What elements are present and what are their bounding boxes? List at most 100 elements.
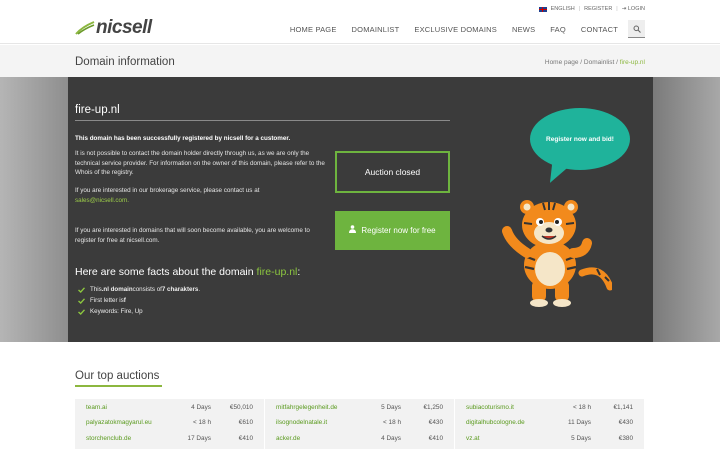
top-header: nicsell ENGLISH | REGISTER | ⇥ LOGIN HOM… bbox=[0, 0, 720, 44]
fact-item: First letter is f bbox=[78, 297, 126, 304]
auction-domain[interactable]: palyazatokmagyarul.eu bbox=[86, 419, 171, 426]
nav-domainlist[interactable]: DOMAINLIST bbox=[352, 25, 400, 34]
check-icon bbox=[78, 308, 85, 315]
fact-bold: f bbox=[123, 297, 126, 304]
fact-bold: .nl domain bbox=[101, 286, 133, 293]
auction-price: €410 bbox=[428, 434, 443, 442]
background-photo-left bbox=[0, 77, 68, 342]
auction-status-box: Auction closed bbox=[335, 151, 450, 193]
facts-domain: fire-up.nl bbox=[256, 266, 298, 278]
logo-swoosh-icon bbox=[75, 21, 95, 35]
breadcrumb-domainlist[interactable]: Domainlist bbox=[584, 59, 614, 66]
nav-news[interactable]: NEWS bbox=[512, 25, 535, 34]
fact-text: consists of bbox=[132, 286, 162, 293]
brokerage-message: If you are interested in our brokerage s… bbox=[75, 187, 260, 194]
auction-domain[interactable]: mitfahrgelegenheit.de bbox=[276, 404, 361, 411]
auction-domain[interactable]: vz.at bbox=[466, 435, 551, 442]
speech-bubble[interactable]: Register now and bid! bbox=[530, 108, 630, 170]
search-icon bbox=[633, 25, 641, 33]
register-link[interactable]: REGISTER bbox=[584, 6, 612, 12]
auction-row[interactable]: subiacoturismo.it < 18 h €1,141 bbox=[466, 400, 633, 414]
nav-faq[interactable]: FAQ bbox=[550, 25, 566, 34]
auction-row[interactable]: acker.de 4 Days €410 bbox=[276, 431, 443, 445]
auction-row[interactable]: digitalhubcologne.de 11 Days €430 bbox=[466, 415, 633, 429]
auction-time: 4 Days bbox=[381, 434, 401, 442]
heading-underline bbox=[75, 385, 162, 387]
background-photo-right bbox=[652, 77, 720, 342]
fact-text: . bbox=[198, 286, 201, 293]
facts-colon: : bbox=[297, 266, 301, 278]
auction-row[interactable]: vz.at 5 Days €380 bbox=[466, 431, 633, 445]
auction-price: €50,010 bbox=[229, 403, 253, 411]
auction-domain[interactable]: storchenclub.de bbox=[86, 435, 171, 442]
logo-text: nicsell bbox=[96, 17, 152, 38]
auction-row[interactable]: team.ai 4 Days €50,010 bbox=[86, 400, 253, 414]
nav-exclusive-domains[interactable]: EXCLUSIVE DOMAINS bbox=[414, 25, 497, 34]
auction-domain[interactable]: acker.de bbox=[276, 435, 361, 442]
auction-column: subiacoturismo.it < 18 h €1,141 digitalhub… bbox=[455, 399, 644, 449]
auction-column: team.ai 4 Days €50,010 palyazatokmagyarul.… bbox=[75, 399, 264, 449]
separator: | bbox=[578, 6, 581, 12]
fact-text: First letter is bbox=[90, 297, 124, 304]
auction-time: 11 Days bbox=[568, 418, 591, 426]
fact-item: Keywords: Fire, Up bbox=[78, 308, 143, 315]
user-icon bbox=[349, 224, 357, 237]
auction-time: 5 Days bbox=[571, 434, 591, 442]
breadcrumb-home[interactable]: Home page bbox=[545, 59, 579, 66]
auction-time: 4 Days bbox=[191, 403, 211, 411]
auction-time: < 18 h bbox=[193, 418, 211, 426]
auction-row[interactable]: storchenclub.de 17 Days €410 bbox=[86, 431, 253, 445]
breadcrumb-current: fire-up.nl bbox=[619, 59, 645, 66]
uk-flag-icon bbox=[538, 6, 547, 12]
auction-price: €1,141 bbox=[613, 403, 633, 411]
auction-time: 5 Days bbox=[381, 403, 401, 411]
page-title: Domain information bbox=[75, 56, 175, 68]
top-links: ENGLISH | REGISTER | ⇥ LOGIN bbox=[538, 6, 645, 12]
nicsell-logo[interactable]: nicsell bbox=[75, 17, 152, 39]
auction-time: 17 Days bbox=[187, 434, 211, 442]
register-free-button[interactable]: Register now for free bbox=[335, 211, 450, 250]
auction-price: €610 bbox=[238, 418, 253, 426]
auction-price: €410 bbox=[238, 434, 253, 442]
nav-home-page[interactable]: HOME PAGE bbox=[290, 25, 337, 34]
search-button[interactable] bbox=[628, 20, 645, 38]
auction-price: €430 bbox=[618, 418, 633, 426]
facts-heading: Here are some facts about the domain fir… bbox=[75, 266, 300, 278]
login-link[interactable]: ⇥ LOGIN bbox=[622, 6, 645, 12]
tiger-mascot-icon bbox=[502, 200, 612, 307]
heading-divider bbox=[75, 120, 450, 121]
auction-row[interactable]: mitfahrgelegenheit.de 5 Days €1,250 bbox=[276, 400, 443, 414]
registered-text: This domain has been successfully regist… bbox=[75, 135, 291, 142]
registered-message: This domain has been successfully regist… bbox=[75, 134, 330, 144]
fact-text: This bbox=[90, 286, 102, 293]
domain-name-heading: fire-up.nl bbox=[75, 104, 120, 116]
check-icon bbox=[78, 286, 85, 293]
contact-message: It is not possible to contact the domain… bbox=[75, 150, 325, 177]
auction-domain[interactable]: team.ai bbox=[86, 404, 171, 411]
fact-item: This .nl domain consists of 7 charakters… bbox=[78, 286, 200, 293]
main-nav: HOME PAGE DOMAINLIST EXCLUSIVE DOMAINS N… bbox=[275, 19, 645, 39]
register-free-label: Register now for free bbox=[361, 225, 436, 235]
auction-row[interactable]: ilsognodelnatale.it < 18 h €430 bbox=[276, 415, 443, 429]
auction-row[interactable]: palyazatokmagyarul.eu < 18 h €610 bbox=[86, 415, 253, 429]
auction-column: mitfahrgelegenheit.de 5 Days €1,250 ilsogn… bbox=[265, 399, 454, 449]
auction-domain[interactable]: ilsognodelnatale.it bbox=[276, 419, 361, 426]
bubble-text: Register now and bid! bbox=[546, 135, 614, 143]
auction-domain[interactable]: digitalhubcologne.de bbox=[466, 419, 551, 426]
auction-time: < 18 h bbox=[383, 418, 401, 426]
auction-price: €380 bbox=[618, 434, 633, 442]
auction-domain[interactable]: subiacoturismo.it bbox=[466, 404, 551, 411]
separator: | bbox=[616, 6, 618, 12]
sales-email-link[interactable]: sales@nicsell.com. bbox=[75, 196, 330, 206]
check-icon bbox=[78, 297, 85, 304]
expiring-message: If you are interested in domains that wi… bbox=[75, 227, 310, 244]
nav-contact[interactable]: CONTACT bbox=[581, 25, 618, 34]
auction-price: €430 bbox=[428, 418, 443, 426]
language-link[interactable]: ENGLISH bbox=[551, 6, 575, 12]
email-text: sales@nicsell.com bbox=[75, 197, 128, 204]
auction-time: < 18 h bbox=[573, 403, 591, 411]
fact-text: Keywords: Fire, Up bbox=[90, 308, 143, 315]
login-label: LOGIN bbox=[627, 6, 645, 12]
breadcrumb: Home page / Domainlist / fire-up.nl bbox=[545, 59, 645, 66]
auction-price: €1,250 bbox=[423, 403, 443, 411]
